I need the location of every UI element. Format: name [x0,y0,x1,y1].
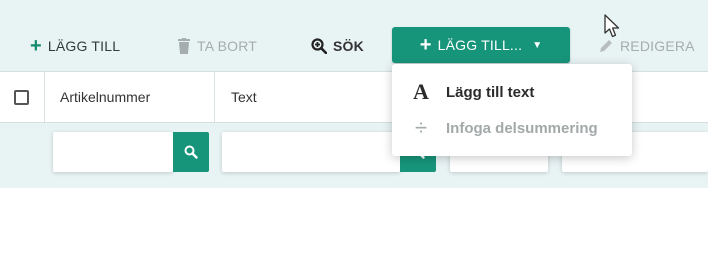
add-button-label: LÄGG TILL [47,38,121,54]
zoom-in-icon [311,38,327,54]
menu-item-label: Infoga delsummering [446,119,598,137]
add-menu-button[interactable]: + LÄGG TILL... ▼ [392,27,570,63]
plus-icon: + [419,34,432,56]
text-filter-input[interactable] [222,132,400,172]
edit-button-label: REDIGERA [620,38,695,54]
add-button[interactable]: + LÄGG TILL [30,22,120,70]
column-divider [214,72,215,122]
search-button-label: SÖK [333,38,364,54]
divide-icon: ÷ [414,115,428,140]
select-all-checkbox[interactable] [14,90,29,105]
search-icon [184,145,198,159]
column-divider [44,72,45,122]
trash-icon [177,38,191,54]
menu-item-add-text[interactable]: A Lägg till text [392,74,632,110]
artikelnummer-filter-input[interactable] [53,132,173,172]
menu-item-insert-subtotal[interactable]: ÷ Infoga delsummering [392,110,632,146]
menu-item-label: Lägg till text [446,83,535,101]
remove-button[interactable]: TA BORT [177,22,257,70]
add-menu-button-label: LÄGG TILL... [437,37,523,53]
plus-icon: + [30,35,42,57]
remove-button-label: TA BORT [197,38,258,54]
mouse-pointer-icon [604,14,622,45]
search-button[interactable]: SÖK [311,22,364,70]
column-header-artikelnummer[interactable]: Artikelnummer [60,72,150,122]
artikelnummer-filter-search-button[interactable] [173,132,209,172]
toolbar: + LÄGG TILL TA BORT SÖK + LÄGG TILL... ▼ [0,22,708,70]
caret-down-icon: ▼ [532,39,543,51]
column-header-text[interactable]: Text [231,72,257,122]
add-menu-dropdown: A Lägg till text ÷ Infoga delsummering [392,64,632,156]
text-A-icon: A [413,79,429,104]
